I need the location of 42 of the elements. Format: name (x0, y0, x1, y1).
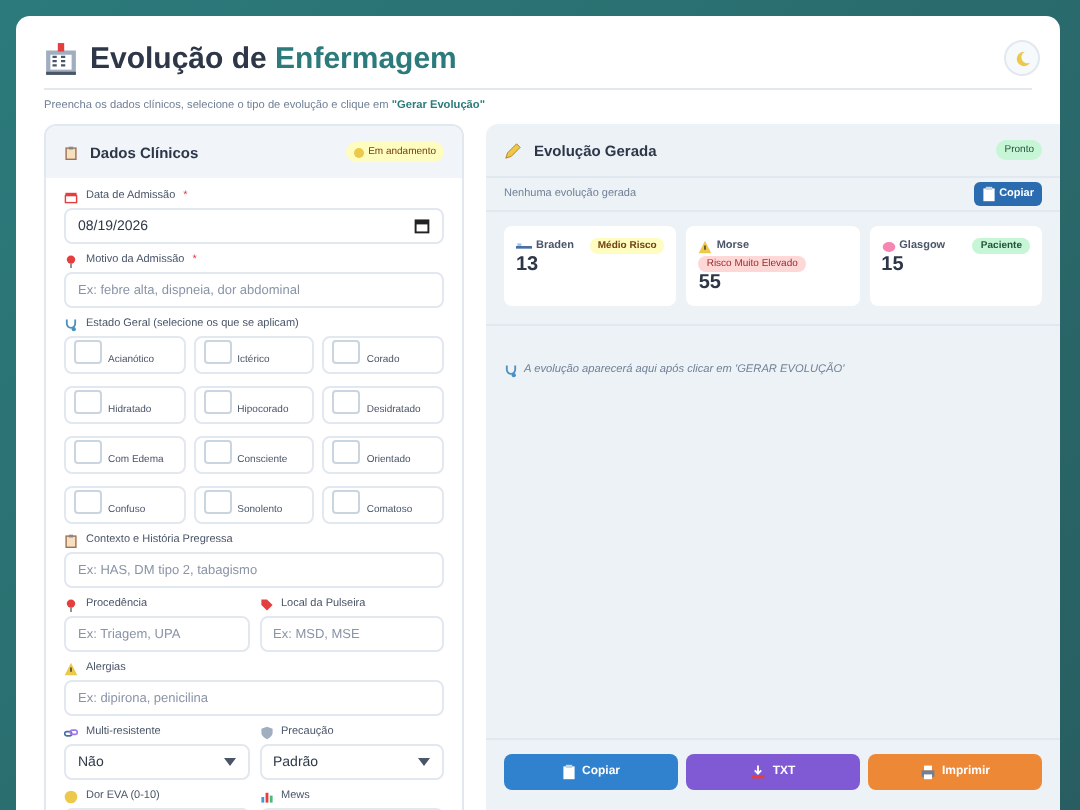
clipboard-icon (561, 764, 576, 780)
caret-icon (418, 758, 430, 766)
checkbox[interactable] (74, 440, 102, 464)
checkbox[interactable] (74, 340, 102, 364)
stethoscope-icon (504, 364, 518, 378)
calendar-icon (64, 189, 78, 203)
stethoscope-icon (64, 317, 78, 331)
score-value: 55 (698, 272, 723, 296)
checkbox[interactable] (332, 340, 361, 364)
checkbox[interactable] (74, 390, 102, 414)
warning-icon (698, 239, 713, 253)
pin-icon (64, 597, 78, 611)
clipboard-icon (981, 186, 996, 202)
score-value: 13 (516, 254, 541, 278)
clipboard-icon (64, 533, 78, 547)
checkbox[interactable] (203, 440, 232, 464)
status-dot (354, 147, 365, 157)
moon-icon (1013, 49, 1031, 67)
clipboard-icon (64, 145, 78, 159)
checkbox[interactable] (332, 440, 361, 464)
tray-icon (750, 764, 767, 780)
page-title: Evolução de Enfermagem (90, 41, 459, 75)
bar-chart-icon (259, 789, 273, 803)
checkbox[interactable] (74, 490, 102, 514)
checkbox[interactable] (332, 390, 361, 414)
calendar-icon (414, 218, 430, 234)
checkbox[interactable] (203, 490, 232, 514)
pin-icon (64, 253, 78, 267)
chain-icon (64, 725, 78, 739)
checkbox[interactable] (203, 340, 232, 364)
warning-icon (64, 661, 78, 675)
bed-icon (516, 240, 532, 252)
pencil-icon (504, 141, 522, 159)
checkbox[interactable] (203, 390, 232, 414)
hospital-icon (44, 41, 78, 75)
tag-icon (259, 597, 273, 611)
printer-icon (919, 764, 936, 780)
theme-toggle-button[interactable] (1004, 40, 1040, 76)
caret-icon (223, 758, 235, 766)
checkbox[interactable] (332, 490, 361, 514)
shield-icon (259, 725, 273, 739)
score-value: 15 (881, 254, 906, 278)
